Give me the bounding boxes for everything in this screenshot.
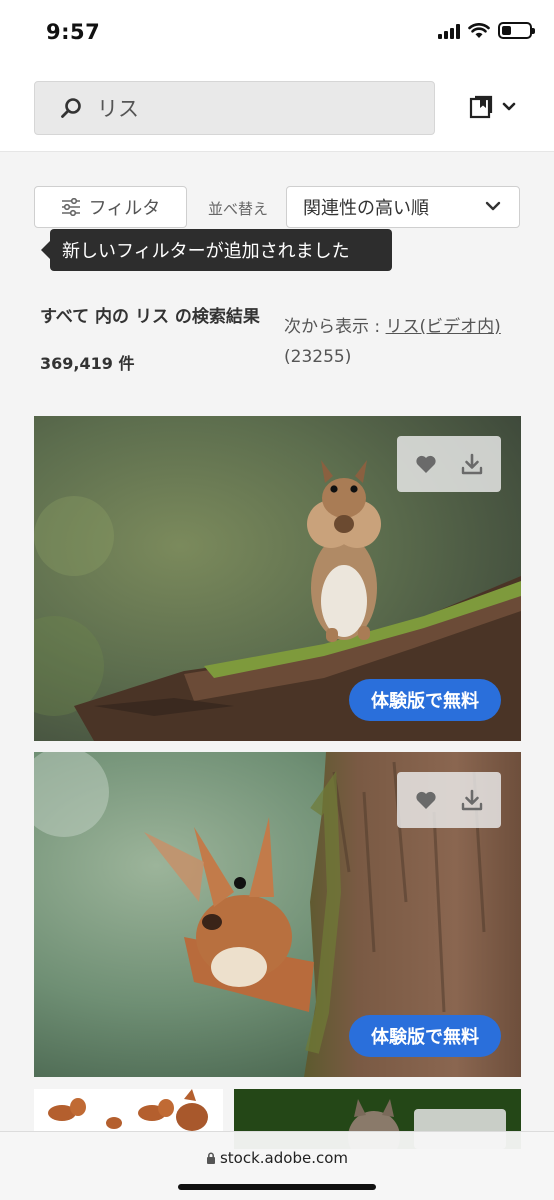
video-results-link[interactable]: リス(ビデオ内): [386, 317, 501, 337]
status-icons: [438, 22, 535, 39]
new-filter-tooltip: 新しいフィルターが追加されました: [41, 229, 392, 271]
site-header: リス: [0, 66, 554, 152]
address-bar[interactable]: stock.adobe.com: [0, 1149, 554, 1167]
chevron-down-icon: [485, 201, 501, 211]
results-title: すべて 内の リス の検索結果: [40, 307, 260, 327]
free-trial-button[interactable]: 体験版で無料: [349, 1015, 501, 1057]
sliders-icon: [61, 198, 80, 216]
image-card[interactable]: 体験版で無料: [34, 416, 521, 741]
chevron-down-icon: [502, 102, 516, 111]
battery-icon: [498, 22, 535, 39]
free-trial-button[interactable]: 体験版で無料: [349, 679, 501, 721]
sort-selected-value: 関連性の高い順: [303, 198, 429, 219]
results-count: 369,419 件: [40, 354, 135, 373]
sort-select[interactable]: 関連性の高い順: [286, 186, 520, 228]
browser-bottom-bar: stock.adobe.com: [0, 1131, 554, 1200]
heart-icon[interactable]: [415, 454, 437, 474]
home-indicator[interactable]: [178, 1184, 376, 1190]
see-also-prefix: 次から表示 :: [284, 317, 386, 337]
download-icon[interactable]: [460, 452, 484, 476]
collections-icon: [469, 95, 493, 119]
search-input[interactable]: リス: [34, 81, 435, 135]
status-bar: 9:57: [0, 0, 554, 66]
search-query: リス: [97, 97, 139, 121]
filter-button[interactable]: フィルタ: [34, 186, 187, 228]
video-results-count: (23255): [284, 347, 352, 367]
lock-icon: [206, 1152, 215, 1164]
download-icon[interactable]: [460, 788, 484, 812]
search-icon: [61, 98, 81, 118]
card-actions: [397, 436, 501, 492]
heart-icon[interactable]: [415, 790, 437, 810]
wifi-icon: [468, 22, 490, 38]
collections-button[interactable]: [468, 94, 516, 120]
image-card[interactable]: 体験版で無料: [34, 752, 521, 1077]
status-time: 9:57: [46, 20, 101, 44]
cellular-signal-icon: [438, 23, 460, 39]
see-also: 次から表示 : リス(ビデオ内) (23255): [284, 312, 534, 372]
filter-label: フィルタ: [88, 198, 161, 219]
sort-label: 並べ替え: [208, 200, 269, 218]
card-actions: [397, 772, 501, 828]
url-text: stock.adobe.com: [219, 1149, 349, 1167]
